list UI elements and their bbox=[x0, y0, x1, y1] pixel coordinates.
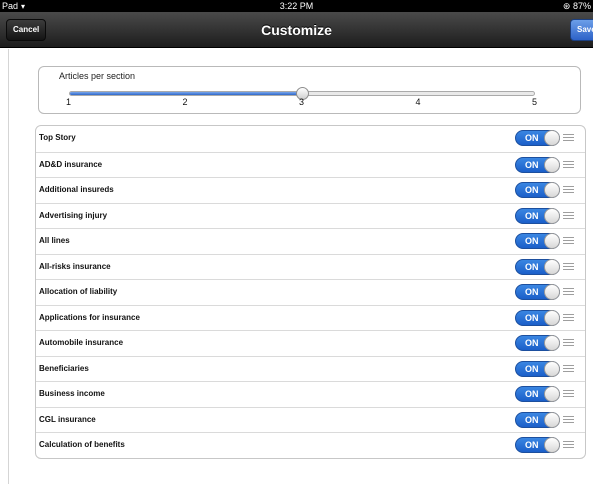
toggle-state: ON bbox=[525, 312, 539, 323]
status-bar: Pad ▾ 3:22 PM ⊛ 87% bbox=[0, 0, 593, 12]
bluetooth-icon: ⊛ bbox=[562, 1, 571, 11]
on-off-toggle[interactable]: ON bbox=[515, 284, 560, 300]
toggle-state: ON bbox=[525, 185, 539, 195]
row-label: Automobile insurance bbox=[39, 338, 124, 347]
toggle-state: ON bbox=[525, 210, 539, 221]
toggle-knob bbox=[544, 360, 560, 377]
toggle-knob bbox=[544, 182, 560, 198]
toggle-state: ON bbox=[525, 363, 539, 374]
on-off-toggle[interactable]: ON bbox=[515, 156, 560, 173]
row-label: Advertising injury bbox=[39, 210, 108, 220]
row-label: Applications for insurance bbox=[39, 312, 140, 322]
reorder-handle-icon[interactable] bbox=[563, 186, 574, 194]
toggle-state: ON bbox=[525, 287, 539, 297]
list-item: Automobile insurance ON bbox=[36, 330, 585, 356]
toggle-knob bbox=[544, 386, 560, 402]
list-item: Top Story ON bbox=[36, 126, 585, 152]
row-label: All-risks insurance bbox=[39, 261, 111, 271]
row-label: AD&D insurance bbox=[39, 159, 103, 169]
reorder-handle-icon[interactable] bbox=[563, 160, 574, 169]
category-list: Top Story ON AD&D insurance ON Additional in… bbox=[35, 125, 586, 459]
slider-label: Articles per section bbox=[59, 71, 136, 81]
reorder-handle-icon[interactable] bbox=[563, 390, 574, 398]
settings-content: Articles per section 12345 Top Story ON AD… bbox=[8, 49, 593, 484]
reorder-handle-icon[interactable] bbox=[563, 134, 574, 142]
toggle-knob bbox=[544, 335, 560, 351]
status-time: 3:22 PM bbox=[279, 1, 314, 11]
toggle-knob bbox=[544, 411, 560, 428]
on-off-toggle[interactable]: ON bbox=[515, 309, 560, 326]
reorder-handle-icon[interactable] bbox=[563, 441, 574, 449]
list-item: All lines ON bbox=[36, 228, 585, 254]
slider-fill bbox=[70, 92, 302, 95]
toggle-knob bbox=[544, 258, 560, 275]
save-button[interactable]: Save bbox=[570, 19, 593, 41]
toggle-state: ON bbox=[525, 338, 539, 348]
list-item: Advertising injury ON bbox=[36, 202, 585, 229]
articles-per-section-panel: Articles per section 1 2 3 4 5 bbox=[38, 66, 581, 114]
toggle-knob bbox=[544, 284, 560, 300]
reorder-handle-icon[interactable] bbox=[563, 262, 574, 271]
list-item: AD&D insurance ON bbox=[36, 151, 585, 178]
toggle-state: ON bbox=[525, 159, 539, 170]
reorder-handle-icon[interactable] bbox=[563, 288, 574, 296]
toggle-state: ON bbox=[525, 236, 539, 246]
on-off-toggle[interactable]: ON bbox=[515, 182, 560, 198]
toggle-state: ON bbox=[525, 414, 539, 425]
on-off-toggle[interactable]: ON bbox=[515, 207, 560, 224]
toggle-state: ON bbox=[525, 440, 539, 450]
on-off-toggle[interactable]: ON bbox=[515, 386, 560, 402]
toggle-knob bbox=[544, 156, 560, 173]
on-off-toggle[interactable]: ON bbox=[515, 258, 560, 275]
toggle-state: ON bbox=[525, 261, 539, 272]
toggle-knob bbox=[544, 207, 560, 224]
reorder-handle-icon[interactable] bbox=[563, 415, 574, 424]
toggle-knob bbox=[544, 130, 560, 146]
list-item: Allocation of liability ON bbox=[36, 279, 585, 305]
slider-tick-5: 5 bbox=[532, 97, 538, 107]
row-label: Additional insureds bbox=[39, 185, 114, 194]
slider-tick-2: 2 bbox=[182, 97, 188, 107]
toggle-knob bbox=[544, 437, 560, 453]
on-off-toggle[interactable]: ON bbox=[515, 360, 560, 377]
toggle-state: ON bbox=[525, 389, 539, 399]
reorder-handle-icon[interactable] bbox=[563, 313, 574, 322]
slider-tick-3: 3 bbox=[299, 97, 305, 107]
row-label: Business income bbox=[39, 389, 105, 398]
list-item: Applications for insurance ON bbox=[36, 304, 585, 331]
slider-tick-1: 1 bbox=[66, 97, 72, 107]
row-label: CGL insurance bbox=[39, 414, 96, 424]
list-item: All-risks insurance ON bbox=[36, 253, 585, 280]
toggle-knob bbox=[544, 309, 560, 326]
reorder-handle-icon[interactable] bbox=[563, 211, 574, 220]
on-off-toggle[interactable]: ON bbox=[515, 411, 560, 428]
status-battery: ⊛ 87% bbox=[563, 0, 591, 12]
row-label: Calculation of benefits bbox=[39, 440, 125, 449]
reorder-handle-icon[interactable] bbox=[563, 364, 574, 373]
toggle-knob bbox=[544, 233, 560, 249]
navigation-bar: Cancel Customize Save bbox=[0, 12, 593, 48]
slider-tick-4: 4 bbox=[415, 97, 421, 107]
row-label: Top Story bbox=[39, 133, 76, 142]
list-item: Calculation of benefits ON bbox=[36, 432, 585, 458]
reorder-handle-icon[interactable] bbox=[563, 237, 574, 245]
battery-percent: 87% bbox=[572, 1, 591, 11]
page-title: Customize bbox=[261, 22, 332, 38]
on-off-toggle[interactable]: ON bbox=[515, 233, 560, 249]
on-off-toggle[interactable]: ON bbox=[515, 130, 560, 146]
list-item: Business income ON bbox=[36, 381, 585, 407]
toggle-state: ON bbox=[525, 133, 539, 143]
on-off-toggle[interactable]: ON bbox=[515, 335, 560, 351]
row-label: All lines bbox=[39, 236, 70, 245]
row-label: Beneficiaries bbox=[39, 363, 89, 373]
reorder-handle-icon[interactable] bbox=[563, 339, 574, 347]
list-item: CGL insurance ON bbox=[36, 406, 585, 433]
on-off-toggle[interactable]: ON bbox=[515, 437, 560, 453]
list-item: Additional insureds ON bbox=[36, 177, 585, 203]
row-label: Allocation of liability bbox=[39, 287, 118, 296]
list-item: Beneficiaries ON bbox=[36, 355, 585, 382]
